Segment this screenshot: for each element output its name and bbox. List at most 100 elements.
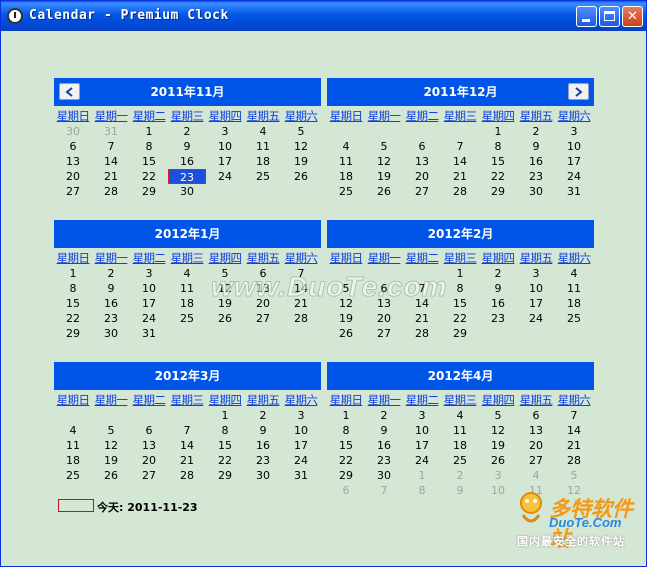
day-cell[interactable]: 13 — [54, 154, 92, 169]
day-cell[interactable]: 3 — [517, 266, 555, 281]
day-cell[interactable]: 14 — [92, 154, 130, 169]
day-cell[interactable]: 26 — [479, 453, 517, 468]
day-cell[interactable]: 19 — [327, 311, 365, 326]
day-cell[interactable]: 30 — [168, 184, 206, 199]
day-cell[interactable]: 25 — [168, 311, 206, 326]
day-cell[interactable]: 27 — [403, 184, 441, 199]
clock-icon[interactable] — [7, 8, 23, 24]
weekday-label[interactable]: 星期日 — [327, 108, 365, 124]
day-cell[interactable]: 6 — [327, 483, 365, 498]
weekday-label[interactable]: 星期二 — [403, 392, 441, 408]
weekday-label[interactable]: 星期五 — [244, 392, 282, 408]
day-cell[interactable]: 17 — [517, 296, 555, 311]
weekday-label[interactable]: 星期三 — [441, 250, 479, 266]
day-cell[interactable]: 19 — [365, 169, 403, 184]
next-month-button[interactable] — [568, 83, 589, 100]
day-cell[interactable]: 2 — [168, 124, 206, 139]
weekday-label[interactable]: 星期一 — [365, 108, 403, 124]
day-cell[interactable]: 20 — [54, 169, 92, 184]
day-cell[interactable]: 15 — [54, 296, 92, 311]
day-cell[interactable]: 30 — [54, 124, 92, 139]
day-cell[interactable]: 12 — [365, 154, 403, 169]
day-cell[interactable]: 18 — [54, 453, 92, 468]
day-cell[interactable]: 9 — [92, 281, 130, 296]
weekday-label[interactable]: 星期二 — [130, 108, 168, 124]
weekday-label[interactable]: 星期三 — [168, 250, 206, 266]
day-cell[interactable]: 16 — [168, 154, 206, 169]
day-cell[interactable]: 8 — [130, 139, 168, 154]
day-cell[interactable]: 4 — [441, 408, 479, 423]
day-cell[interactable]: 25 — [54, 468, 92, 483]
day-cell[interactable]: 11 — [54, 438, 92, 453]
weekday-label[interactable]: 星期日 — [327, 392, 365, 408]
day-cell[interactable]: 13 — [517, 423, 555, 438]
day-cell[interactable]: 3 — [479, 468, 517, 483]
day-cell[interactable]: 3 — [403, 408, 441, 423]
day-cell[interactable]: 2 — [441, 468, 479, 483]
day-cell[interactable]: 27 — [517, 453, 555, 468]
weekday-label[interactable]: 星期四 — [479, 250, 517, 266]
day-cell[interactable]: 23 — [92, 311, 130, 326]
day-cell[interactable]: 11 — [168, 281, 206, 296]
day-cell[interactable]: 2 — [517, 124, 555, 139]
day-cell[interactable]: 27 — [244, 311, 282, 326]
day-cell[interactable]: 19 — [282, 154, 320, 169]
day-cell[interactable]: 21 — [441, 169, 479, 184]
day-cell[interactable]: 7 — [92, 139, 130, 154]
day-cell[interactable]: 24 — [130, 311, 168, 326]
day-cell[interactable]: 13 — [130, 438, 168, 453]
day-cell[interactable]: 26 — [327, 326, 365, 341]
day-cell[interactable]: 5 — [365, 139, 403, 154]
day-cell[interactable]: 16 — [244, 438, 282, 453]
day-cell[interactable]: 9 — [441, 483, 479, 498]
day-cell[interactable]: 29 — [441, 326, 479, 341]
day-cell[interactable]: 26 — [206, 311, 244, 326]
day-cell[interactable]: 11 — [327, 154, 365, 169]
day-cell[interactable]: 4 — [244, 124, 282, 139]
day-cell[interactable]: 17 — [130, 296, 168, 311]
day-cell[interactable]: 8 — [327, 423, 365, 438]
day-cell[interactable]: 25 — [327, 184, 365, 199]
day-cell[interactable]: 2 — [92, 266, 130, 281]
day-cell[interactable]: 10 — [517, 281, 555, 296]
day-cell[interactable]: 1 — [206, 408, 244, 423]
day-cell[interactable]: 8 — [479, 139, 517, 154]
day-cell[interactable]: 22 — [441, 311, 479, 326]
day-cell[interactable]: 26 — [282, 169, 320, 184]
day-cell[interactable]: 23 — [244, 453, 282, 468]
day-cell[interactable]: 10 — [206, 139, 244, 154]
day-cell[interactable]: 20 — [365, 311, 403, 326]
weekday-label[interactable]: 星期日 — [54, 108, 92, 124]
day-cell[interactable]: 8 — [54, 281, 92, 296]
weekday-label[interactable]: 星期一 — [92, 250, 130, 266]
day-cell[interactable]: 10 — [403, 423, 441, 438]
day-cell[interactable]: 17 — [555, 154, 593, 169]
day-cell[interactable]: 16 — [517, 154, 555, 169]
day-cell[interactable]: 15 — [130, 154, 168, 169]
day-cell[interactable]: 28 — [403, 326, 441, 341]
day-cell[interactable]: 26 — [92, 468, 130, 483]
weekday-label[interactable]: 星期三 — [441, 392, 479, 408]
day-cell[interactable]: 9 — [365, 423, 403, 438]
day-cell[interactable]: 18 — [441, 438, 479, 453]
day-cell[interactable]: 8 — [206, 423, 244, 438]
day-cell[interactable]: 1 — [130, 124, 168, 139]
weekday-label[interactable]: 星期六 — [555, 108, 593, 124]
day-cell[interactable]: 5 — [282, 124, 320, 139]
day-cell[interactable]: 22 — [206, 453, 244, 468]
day-cell[interactable]: 31 — [555, 184, 593, 199]
day-cell[interactable]: 8 — [403, 483, 441, 498]
day-cell[interactable]: 11 — [244, 139, 282, 154]
weekday-label[interactable]: 星期五 — [517, 250, 555, 266]
day-cell[interactable]: 12 — [282, 139, 320, 154]
day-cell[interactable]: 14 — [441, 154, 479, 169]
day-cell[interactable]: 21 — [403, 311, 441, 326]
day-cell[interactable]: 21 — [555, 438, 593, 453]
prev-month-button[interactable] — [59, 83, 80, 100]
weekday-label[interactable]: 星期一 — [92, 108, 130, 124]
day-cell[interactable]: 13 — [403, 154, 441, 169]
day-cell[interactable]: 29 — [54, 326, 92, 341]
day-cell[interactable]: 29 — [327, 468, 365, 483]
day-cell[interactable]: 26 — [365, 184, 403, 199]
day-cell[interactable]: 20 — [130, 453, 168, 468]
